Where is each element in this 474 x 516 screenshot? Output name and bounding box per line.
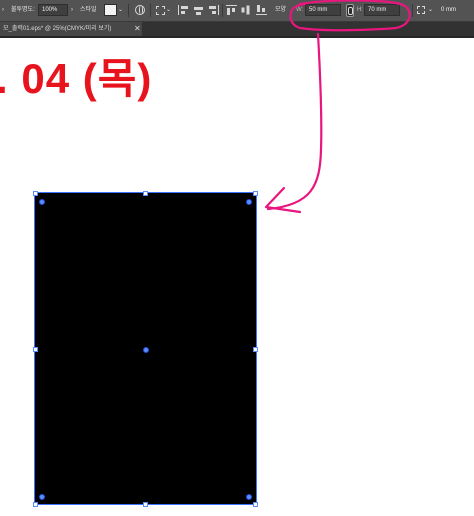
- height-field[interactable]: 70 mm: [364, 4, 400, 16]
- recolor-globe-icon[interactable]: [135, 5, 145, 15]
- shape-label[interactable]: 모양: [275, 0, 286, 21]
- arrow-head: [264, 186, 302, 214]
- bounding-box-handle[interactable]: [33, 191, 38, 196]
- control-bar: › 불투명도: 100% › 스타일 ⌄ ⌄ 모양 W: 50 mm H: 70…: [0, 0, 474, 22]
- reference-point-icon[interactable]: [417, 6, 425, 14]
- constrain-chain-icon[interactable]: [346, 4, 354, 17]
- corner-widget[interactable]: [246, 199, 252, 205]
- bounding-box-handle[interactable]: [253, 502, 258, 507]
- style-label: 스타일: [80, 7, 97, 13]
- style-swatch[interactable]: [104, 4, 117, 16]
- style-dropdown-icon[interactable]: ⌄: [118, 0, 123, 21]
- divider: [222, 4, 223, 17]
- divider: [128, 4, 129, 17]
- ctrl-chevron-icon[interactable]: ›: [2, 0, 4, 21]
- bounding-box-handle[interactable]: [33, 502, 38, 507]
- reference-dropdown-icon[interactable]: ⌄: [428, 0, 433, 21]
- corner-widget[interactable]: [39, 199, 45, 205]
- align-bottom-icon[interactable]: [256, 5, 267, 15]
- opacity-label: 불투명도:: [11, 7, 35, 13]
- height-prefix: H:: [357, 7, 363, 13]
- document-tab-bar: 모_출력01.eps* @ 25%(CMYK/미리 보기) ✕: [0, 22, 474, 38]
- x-field[interactable]: 0 mm: [437, 4, 474, 16]
- corner-widget[interactable]: [39, 494, 45, 500]
- close-tab-icon[interactable]: ✕: [134, 22, 141, 36]
- bounding-box-handle[interactable]: [253, 347, 258, 352]
- corner-widget[interactable]: [246, 494, 252, 500]
- pointer-arrow: [266, 32, 323, 211]
- canvas-date-text[interactable]: . 04 (목): [0, 54, 152, 104]
- divider: [150, 4, 151, 17]
- center-point[interactable]: [143, 347, 149, 353]
- align-top-icon[interactable]: [226, 5, 237, 15]
- align-right-icon[interactable]: [208, 5, 219, 15]
- transform-icon[interactable]: [156, 6, 165, 15]
- opacity-field[interactable]: 100%: [38, 4, 68, 16]
- width-prefix: W:: [296, 7, 304, 13]
- bounding-box-handle[interactable]: [143, 502, 148, 507]
- align-middle-icon[interactable]: [242, 5, 252, 16]
- transform-dropdown-icon[interactable]: ⌄: [166, 0, 171, 21]
- opacity-arrow-icon[interactable]: ›: [71, 0, 73, 21]
- document-tab[interactable]: 모_출력01.eps* @ 25%(CMYK/미리 보기): [0, 22, 142, 36]
- bounding-box-handle[interactable]: [253, 191, 258, 196]
- bounding-box-handle[interactable]: [143, 191, 148, 196]
- divider: [412, 4, 413, 17]
- bounding-box-handle[interactable]: [33, 347, 38, 352]
- align-center-icon[interactable]: [193, 5, 204, 15]
- width-field[interactable]: 50 mm: [305, 4, 341, 16]
- align-left-icon[interactable]: [178, 5, 189, 15]
